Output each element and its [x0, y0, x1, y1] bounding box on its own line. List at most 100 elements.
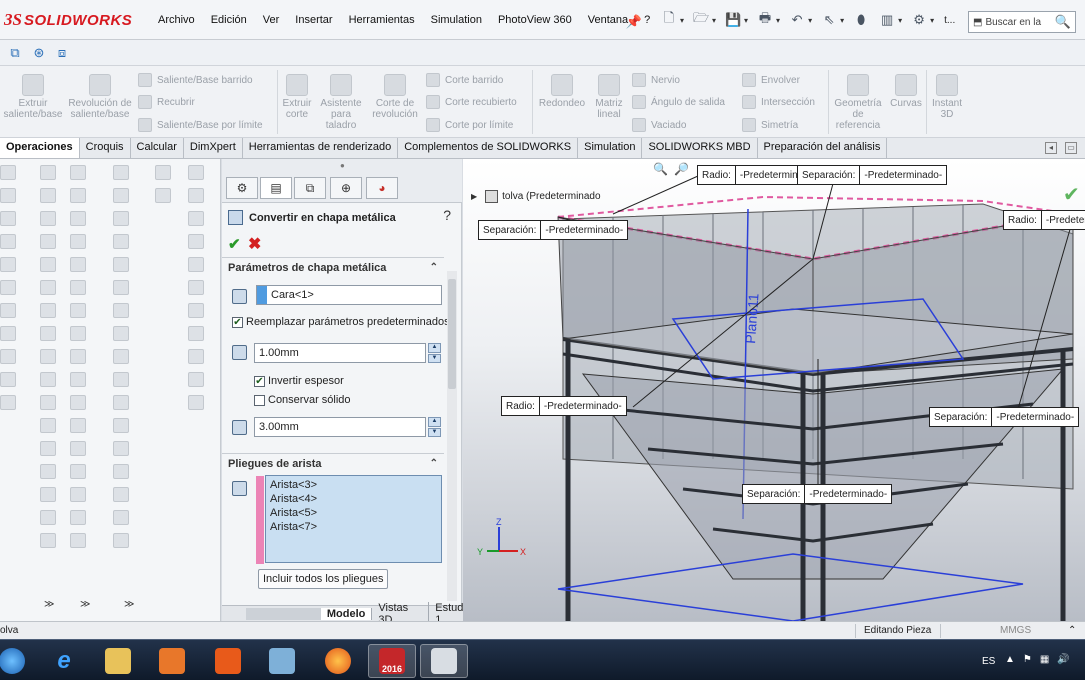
graphics-area[interactable]: Plano11 Z X Y ✔ 🔍 🔎 ▶ tolva (Predetermin… — [463, 159, 1085, 621]
callout-value[interactable]: -Predeterminado- — [541, 221, 627, 239]
tool-icon[interactable] — [0, 188, 16, 203]
boundary-cut-button[interactable]: Corte por límite — [426, 118, 513, 132]
tool-icon[interactable] — [70, 418, 86, 433]
tool-icon[interactable] — [0, 349, 16, 364]
reverse-thickness-checkbox[interactable]: ✔ Invertir espesor — [254, 375, 344, 387]
tool-icon[interactable] — [40, 211, 56, 226]
tool-icon[interactable] — [0, 326, 16, 341]
firefox-icon[interactable] — [314, 644, 362, 678]
language-indicator[interactable]: ES — [982, 656, 995, 667]
rebuild-icon[interactable]: ▥ — [878, 11, 896, 29]
tool-icon[interactable] — [113, 464, 129, 479]
tab-simulation[interactable]: Simulation — [578, 138, 643, 158]
help-icon[interactable]: ? — [443, 207, 451, 223]
internet-explorer-icon[interactable]: e — [40, 644, 88, 678]
checkbox-box[interactable]: ✔ — [254, 375, 265, 387]
menu-simulation[interactable]: Simulation — [423, 14, 490, 26]
tool-icon[interactable] — [113, 487, 129, 502]
pin-icon[interactable]: 📌 — [625, 13, 643, 31]
list-item[interactable]: Arista<3> — [270, 478, 437, 492]
tool-icon[interactable] — [113, 188, 129, 203]
tool-icon[interactable] — [40, 326, 56, 341]
menu-archivo[interactable]: Archivo — [150, 14, 203, 26]
tool-icon[interactable] — [70, 211, 86, 226]
tool-icon[interactable] — [155, 188, 171, 203]
tool-icon[interactable] — [0, 372, 16, 387]
splitter-handle[interactable]: ● — [340, 161, 345, 170]
swept-boss-button[interactable]: Saliente/Base barrido — [138, 73, 253, 87]
tool-icon[interactable] — [40, 188, 56, 203]
draft-button[interactable]: Ángulo de salida — [632, 95, 725, 109]
callout-radius[interactable]: Radio: -Predetermin — [697, 165, 803, 185]
tab-render-tools[interactable]: Herramientas de renderizado — [243, 138, 399, 158]
save-icon[interactable]: 💾 — [724, 11, 742, 29]
tool-icon[interactable] — [40, 418, 56, 433]
quick-access-overflow[interactable]: t... — [944, 15, 955, 26]
confirm-corner-icon[interactable]: ✔ — [1063, 184, 1080, 206]
callout-radius[interactable]: Radio: -Predeter — [1003, 210, 1085, 230]
collapse-left-icon[interactable]: ◂ — [1045, 142, 1057, 154]
cancel-button[interactable]: ✖ — [248, 234, 261, 254]
tool-icon[interactable] — [188, 326, 204, 341]
tool-icon[interactable] — [188, 257, 204, 272]
lofted-cut-button[interactable]: Corte recubierto — [426, 95, 517, 109]
flyout-feature-tree[interactable]: ▶ tolva (Predeterminado — [471, 190, 601, 203]
tool-icon[interactable] — [113, 303, 129, 318]
menu-insertar[interactable]: Insertar — [287, 14, 340, 26]
tab-analysis-prep[interactable]: Preparación del análisis — [758, 138, 888, 158]
tool-icon[interactable] — [188, 395, 204, 410]
intersect-button[interactable]: Intersección — [742, 95, 815, 109]
zoom-area-icon[interactable]: 🔎 — [674, 162, 689, 176]
select-arrow-icon[interactable]: ⇖ — [820, 11, 838, 29]
search-icon[interactable]: 🔍 — [1055, 14, 1071, 30]
tool-icon[interactable] — [70, 487, 86, 502]
expand-arrow-icon[interactable]: ▶ — [471, 192, 477, 201]
thickness-field[interactable]: 1.00mm — [254, 343, 426, 363]
tool-icon[interactable] — [0, 211, 16, 226]
tool-icon[interactable] — [40, 510, 56, 525]
menu-ver[interactable]: Ver — [255, 14, 288, 26]
bend-radius-spinner[interactable]: ▲ ▼ — [428, 417, 441, 437]
tool-icon[interactable] — [40, 165, 56, 180]
tool-icon[interactable] — [70, 303, 86, 318]
tool-icon[interactable] — [113, 211, 129, 226]
tool-icon[interactable] — [40, 441, 56, 456]
tool-icon[interactable] — [0, 257, 16, 272]
new-document-icon[interactable]: 🗋 — [660, 10, 678, 29]
boundary-boss-button[interactable]: Saliente/Base por límite — [138, 118, 263, 132]
fixed-face-field[interactable]: Cara<1> — [256, 285, 442, 305]
traffic-light-icon[interactable]: ⬮ — [852, 11, 870, 29]
tool-icon[interactable] — [113, 372, 129, 387]
tool-icon[interactable] — [188, 303, 204, 318]
tab-calcular[interactable]: Calcular — [131, 138, 184, 158]
spin-up-icon[interactable]: ▲ — [428, 343, 441, 353]
volume-icon[interactable]: 🔊 — [1057, 654, 1069, 665]
tool-icon[interactable] — [70, 165, 86, 180]
undo-caret-icon[interactable]: ▾ — [808, 16, 812, 25]
revolve-boss-button[interactable]: Revolución de saliente/base — [68, 74, 132, 120]
tab-operaciones[interactable]: Operaciones — [0, 138, 80, 158]
tool-icon[interactable] — [70, 326, 86, 341]
solidworks-2016-icon[interactable]: 2016 — [368, 644, 416, 678]
restore-window-icon[interactable]: ▭ — [1065, 142, 1077, 154]
thickness-spinner[interactable]: ▲ ▼ — [428, 343, 441, 363]
tool-icon[interactable] — [70, 280, 86, 295]
zoom-to-fit-icon[interactable]: 🔍 — [653, 162, 668, 176]
wrap-button[interactable]: Envolver — [742, 73, 800, 87]
ms-office-icon[interactable] — [204, 644, 252, 678]
windows-start-icon[interactable] — [0, 644, 36, 678]
settings-globe-icon[interactable]: ⊛ — [30, 44, 48, 62]
pm-scrollbar[interactable] — [447, 271, 457, 601]
list-item[interactable]: Arista<4> — [270, 492, 437, 506]
tool-icon[interactable] — [113, 510, 129, 525]
options-caret-icon[interactable]: ▾ — [930, 16, 934, 25]
select-caret-icon[interactable]: ▾ — [840, 16, 844, 25]
tool-icon[interactable] — [70, 234, 86, 249]
expand-chevron-icon[interactable]: ≫ — [80, 599, 90, 610]
options-window-icon[interactable]: ⧈ — [53, 44, 71, 62]
tool-icon[interactable] — [155, 165, 171, 180]
tool-icon[interactable] — [70, 372, 86, 387]
collapse-chevron-icon[interactable]: ⌃ — [430, 458, 438, 469]
paint-icon[interactable] — [420, 644, 468, 678]
tab-navigation-arrows[interactable] — [246, 607, 321, 620]
